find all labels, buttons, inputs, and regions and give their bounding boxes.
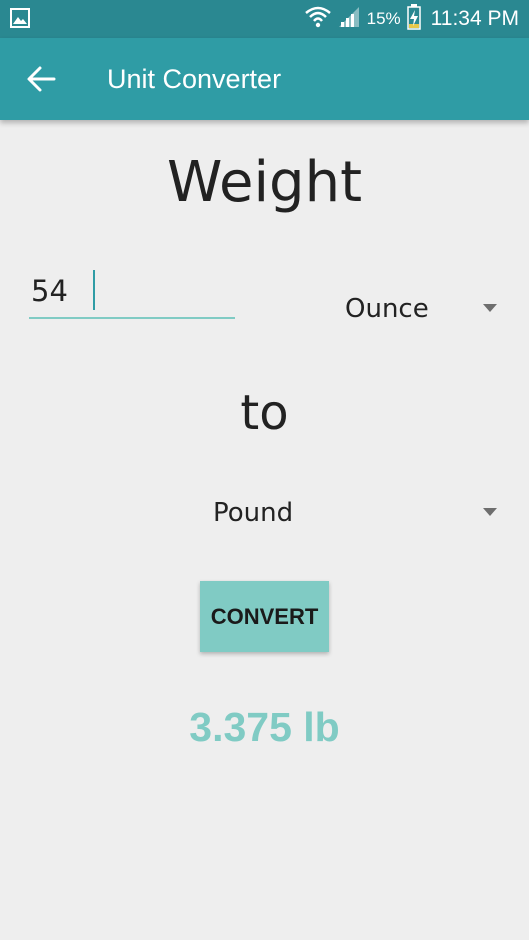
dropdown-arrow-icon [483, 304, 497, 312]
to-unit-dropdown[interactable]: Pound [200, 492, 510, 536]
convert-button[interactable]: CONVERT [200, 581, 329, 652]
signal-icon [337, 5, 361, 34]
battery-percent: 15% [366, 9, 401, 28]
from-unit-dropdown[interactable]: Ounce [330, 288, 510, 332]
arrow-back-icon[interactable] [26, 65, 56, 93]
from-unit-label: Ounce [345, 294, 429, 324]
app-title: Unit Converter [107, 64, 282, 94]
app-bar: Unit Converter [0, 38, 529, 120]
to-unit-label: Pound [213, 498, 294, 528]
text-cursor [93, 270, 95, 310]
page-title: Weight [166, 150, 363, 215]
status-bar: 15% 11:34 PM [0, 0, 529, 38]
dropdown-arrow-icon [483, 508, 497, 516]
gallery-icon [10, 8, 30, 33]
amount-field[interactable] [29, 268, 235, 319]
to-label: to [240, 385, 289, 441]
result-text: 3.375 lb [189, 704, 340, 750]
amount-input[interactable] [29, 268, 231, 314]
clock: 11:34 PM [430, 7, 519, 30]
battery-charging-icon [406, 3, 421, 35]
wifi-icon [304, 5, 331, 34]
